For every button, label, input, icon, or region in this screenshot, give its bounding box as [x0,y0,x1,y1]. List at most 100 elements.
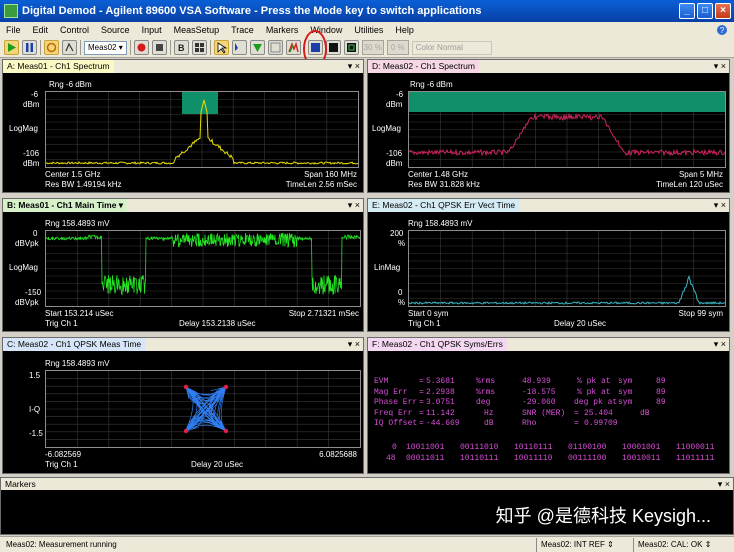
panel-e-range: Rng 158.4893 mV [408,219,473,228]
menu-edit[interactable]: Edit [27,25,55,35]
snr-eq: = [574,408,579,418]
evm-sym: 89 [656,377,666,386]
error-row-evm: EVM = 5.3681 %rms 48.939 % pk at sym 89 [374,377,674,388]
display-grid-button[interactable] [343,40,359,55]
stop-button[interactable] [151,40,167,55]
rho-value: 0.99709 [584,419,618,428]
display-black-button[interactable] [325,40,341,55]
panel-e-plot[interactable] [408,230,726,307]
freq-err-unit: Hz [484,408,494,418]
panel-c-plot[interactable] [45,370,361,448]
panel-c-x-min: -6.082569 [45,450,82,459]
mag-err-peak: -18.575 [522,387,556,397]
panel-d-header: D: Meas02 - Ch1 Spectrum ▾ × [368,60,729,73]
panel-b-trig: Trig Ch 1 [45,319,78,328]
svg-text:?: ? [720,26,725,35]
menu-source[interactable]: Source [95,25,136,35]
meas-select[interactable]: Meas02 ▾ [84,40,127,55]
markers-header: Markers ▾ × [1,478,733,490]
panel-a-title[interactable]: A: Meas01 - Ch1 Spectrum [3,60,114,73]
panel-c-title[interactable]: C: Meas02 - Ch1 QPSK Meas Time [3,338,146,351]
freq-err-label: Freq Err [374,408,413,418]
iq-offset-value: -44.669 [426,419,460,428]
panel-d-y-top: -6 [396,90,404,99]
pause-button[interactable] [22,40,37,55]
panel-c-controls[interactable]: ▾ × [348,338,360,351]
persistence-percent-2[interactable]: 0 % [386,40,409,55]
panel-b-controls[interactable]: ▾ × [348,199,360,212]
mag-err-peak-unit: % pk at [577,387,611,397]
panel-e-trig: Trig Ch 1 [408,319,441,328]
symbol-row-0: 0 10011001 00111010 10110111 01100100 10… [374,443,724,454]
watermark: 知乎 @是德科技 Keysigh... [495,506,711,526]
menu-help[interactable]: Help [389,25,420,35]
menu-file[interactable]: File [0,25,27,35]
panel-d-range: Rng -6 dBm [410,80,453,89]
panel-d-timelen: TimeLen 120 uSec [656,180,723,189]
panel-c-x-max: 6.0825688 [319,450,357,459]
symbol-group: 11000011 [676,443,715,452]
menu-meassetup[interactable]: MeasSetup [168,25,226,35]
markers-title[interactable]: Markers [1,478,40,491]
panel-b-plot[interactable] [45,230,361,307]
mag-err-sym: 89 [656,387,666,397]
mag-err-label: Mag Err [374,387,408,397]
panel-a-y-scale: LogMag [9,124,38,133]
layout-button[interactable] [191,40,207,55]
minimize-button[interactable]: _ [679,3,695,19]
color-mode-select[interactable]: Color Normal [411,40,492,55]
panel-c-meas-time: C: Meas02 - Ch1 QPSK Meas Time ▾ × Rng 1… [2,337,364,474]
panel-b-delay: Delay 153.2138 uSec [179,319,256,328]
panel-e-controls[interactable]: ▾ × [714,199,726,212]
play-button[interactable] [4,40,19,55]
single-button[interactable] [62,40,77,55]
marker-to-center-button[interactable] [285,40,301,55]
marker-tool-button[interactable] [249,40,265,55]
panel-c-y-top: 1.5 [29,371,41,380]
menu-control[interactable]: Control [54,25,95,35]
maximize-button[interactable]: □ [697,3,713,19]
zoom-tool-button[interactable] [231,40,247,55]
status-cal[interactable]: Meas02: CAL: OK ⇕ [638,540,711,549]
panel-a-timelen: TimeLen 2.56 mSec [285,180,357,189]
panel-e-header: E: Meas02 - Ch1 QPSK Err Vect Time ▾ × [368,199,729,212]
snr-value: 25.404 [584,408,613,418]
record-button[interactable] [133,40,149,55]
symbol-group: 10110111 [460,453,499,463]
panel-b-y-top: 0 [33,229,38,238]
markers-controls[interactable]: ▾ × [718,478,730,490]
close-button[interactable]: × [715,3,731,19]
status-ref[interactable]: Meas02: INT REF ⇕ [541,540,614,549]
mag-err-eq: = [419,387,424,397]
menu-utilities[interactable]: Utilities [348,25,389,35]
evm-unit: %rms [476,377,496,386]
source-button[interactable]: B [173,40,189,55]
panel-d-plot[interactable] [408,91,726,168]
graticule [46,231,360,306]
panel-f-controls[interactable]: ▾ × [714,338,726,351]
panel-b-header: B: Meas01 - Ch1 Main Time ▾ ▾ × [3,199,363,212]
symbol-group: 00011011 [406,453,445,463]
persistence-percent-1[interactable]: 30 % [361,40,384,55]
help-arrow-icon[interactable]: ? [716,24,728,36]
panel-a-y-bot-unit: dBm [23,159,40,168]
panel-d-y-top-unit: dBm [386,100,403,109]
panel-d-controls[interactable]: ▾ × [714,60,726,73]
pointer-tool-button[interactable] [213,40,229,55]
menu-input[interactable]: Input [136,25,168,35]
panel-b-title[interactable]: B: Meas01 - Ch1 Main Time ▾ [3,199,128,212]
menu-markers[interactable]: Markers [260,25,305,35]
app-window: Digital Demod - Agilent 89600 VSA Softwa… [0,0,734,552]
freq-err-value: 11.142 [426,408,455,418]
panel-a-plot[interactable] [45,91,359,168]
panel-d-title[interactable]: D: Meas02 - Ch1 Spectrum [368,60,479,73]
menu-trace[interactable]: Trace [225,25,260,35]
restart-button[interactable] [44,40,59,55]
peak-marker-button[interactable] [267,40,283,55]
phase-err-unit: deg [476,398,491,407]
panel-e-start: Start 0 sym [408,309,449,318]
panel-e-title[interactable]: E: Meas02 - Ch1 QPSK Err Vect Time [368,199,520,212]
panel-a-controls[interactable]: ▾ × [348,60,360,73]
panel-a-y-top: -6 [31,90,39,99]
panel-f-title[interactable]: F: Meas02 - Ch1 QPSK Syms/Errs [368,338,507,351]
